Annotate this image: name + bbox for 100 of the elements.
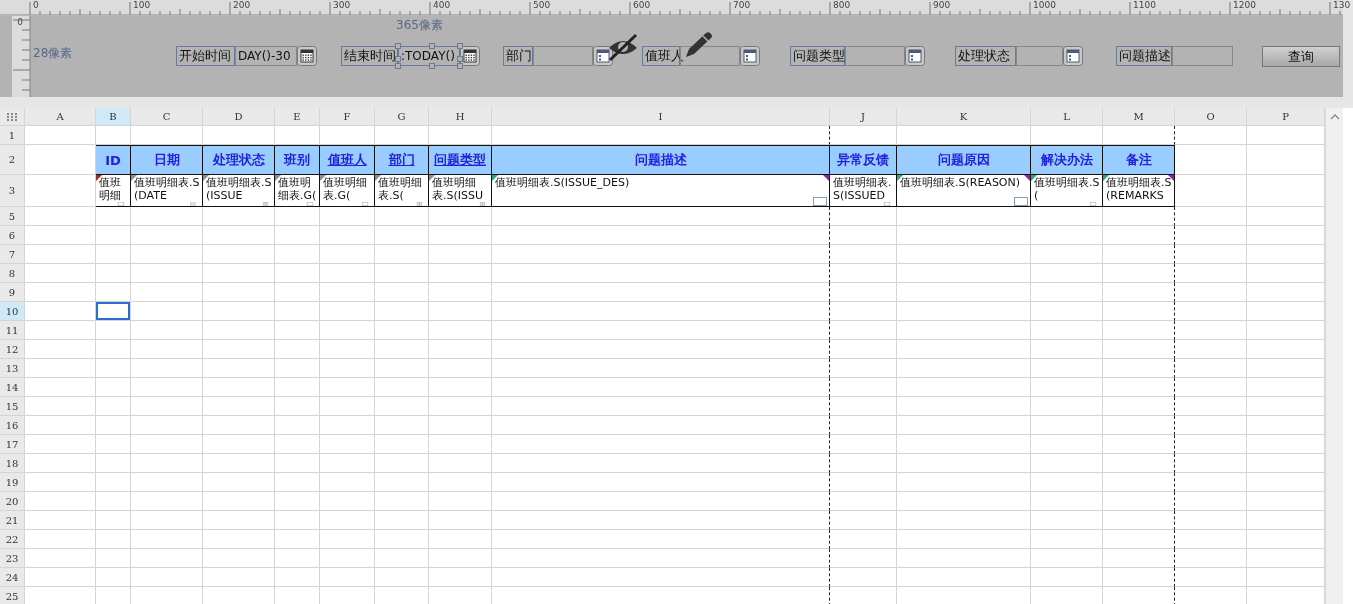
row-header[interactable]: 17 xyxy=(0,435,25,454)
grid-cell xyxy=(375,359,429,378)
scroll-up-icon[interactable] xyxy=(1330,114,1340,120)
row-header[interactable]: 16 xyxy=(0,416,25,435)
row-header[interactable]: 24 xyxy=(0,568,25,587)
column-title: ID xyxy=(105,152,121,168)
column-header[interactable]: O xyxy=(1175,108,1247,126)
column-header[interactable]: P xyxy=(1247,108,1325,126)
select-all-corner[interactable] xyxy=(0,108,25,126)
grid-cell xyxy=(275,359,320,378)
row-header[interactable]: 22 xyxy=(0,530,25,549)
column-header[interactable]: H xyxy=(429,108,492,126)
column-header[interactable]: L xyxy=(1031,108,1103,126)
grid-cell xyxy=(96,283,131,302)
calendar-icon[interactable] xyxy=(297,46,317,66)
dropdown-icon[interactable] xyxy=(740,46,760,66)
cell-formula: 值班明细表.S( xyxy=(378,176,423,202)
parameter-label: 开始时间 xyxy=(176,46,235,66)
grid-cell xyxy=(131,454,203,473)
parameter-field[interactable]: :TODAY() xyxy=(398,46,460,66)
column-header[interactable]: I xyxy=(492,108,830,126)
grid-cell xyxy=(96,321,131,340)
row-header[interactable]: 25 xyxy=(0,587,25,604)
parameter-field[interactable] xyxy=(1016,46,1063,66)
grid-cell xyxy=(275,283,320,302)
grid-cell xyxy=(275,226,320,245)
row-header[interactable]: 15 xyxy=(0,397,25,416)
row-header[interactable]: 8 xyxy=(0,264,25,283)
grid-cell xyxy=(25,454,96,473)
grip-icon[interactable] xyxy=(7,112,17,121)
ruler-label: 1100 xyxy=(1133,0,1156,11)
grid-cell xyxy=(320,207,375,226)
grid-cell xyxy=(429,492,492,511)
grid-cell xyxy=(830,359,897,378)
grid-cell xyxy=(375,340,429,359)
grid-cell xyxy=(25,283,96,302)
selected-cell[interactable] xyxy=(96,302,131,321)
grid-cell xyxy=(429,207,492,226)
grid-cell xyxy=(1103,359,1175,378)
grid-cell xyxy=(203,511,275,530)
grid-cell xyxy=(275,378,320,397)
grid-cell xyxy=(131,473,203,492)
grid-cell xyxy=(320,321,375,340)
column-header[interactable]: C xyxy=(131,108,203,126)
parameter-field[interactable] xyxy=(533,46,593,66)
row-header[interactable]: 7 xyxy=(0,245,25,264)
parameter-field[interactable] xyxy=(1172,46,1233,66)
row-header[interactable]: 10 xyxy=(0,302,25,321)
grid-cell xyxy=(25,359,96,378)
grid-cell xyxy=(375,549,429,568)
grid-cell xyxy=(275,264,320,283)
row-header[interactable]: 18 xyxy=(0,454,25,473)
row-header[interactable]: 23 xyxy=(0,549,25,568)
query-button[interactable]: 查询 xyxy=(1262,46,1340,67)
grid-cell xyxy=(96,492,131,511)
grid-cell xyxy=(131,568,203,587)
column-header[interactable]: M xyxy=(1103,108,1175,126)
row-header[interactable]: 2 xyxy=(0,145,25,175)
row-header[interactable]: 14 xyxy=(0,378,25,397)
grid-cell xyxy=(1103,378,1175,397)
grid-cell xyxy=(320,302,375,321)
column-header[interactable]: B xyxy=(96,108,131,126)
column-header[interactable]: J xyxy=(830,108,897,126)
grid-cell xyxy=(96,207,131,226)
column-header[interactable]: E xyxy=(275,108,320,126)
row-header[interactable]: 19 xyxy=(0,473,25,492)
grid-cell xyxy=(1175,511,1247,530)
row-header[interactable]: 11 xyxy=(0,321,25,340)
grid-cell xyxy=(1031,245,1103,264)
grid-cell xyxy=(131,340,203,359)
grid-cell xyxy=(1175,283,1247,302)
row-header[interactable]: 21 xyxy=(0,511,25,530)
column-header[interactable]: D xyxy=(203,108,275,126)
scrollbar[interactable] xyxy=(1325,108,1343,604)
row-header[interactable]: 20 xyxy=(0,492,25,511)
dropdown-icon[interactable] xyxy=(905,46,925,66)
dropdown-icon[interactable] xyxy=(593,46,613,66)
column-header[interactable]: G xyxy=(375,108,429,126)
grid-cell xyxy=(203,530,275,549)
row-header[interactable]: 5 xyxy=(0,207,25,226)
row-header[interactable]: 13 xyxy=(0,359,25,378)
dropdown-icon[interactable] xyxy=(1063,46,1083,66)
column-header[interactable]: K xyxy=(897,108,1031,126)
grid-cell xyxy=(25,321,96,340)
grid-cell xyxy=(375,264,429,283)
cell-formula: 值班明细表.S(ISSUE xyxy=(206,176,272,202)
grid-cell xyxy=(830,321,897,340)
row-header[interactable]: 9 xyxy=(0,283,25,302)
row-header[interactable]: 12 xyxy=(0,340,25,359)
parameter-field[interactable] xyxy=(845,46,905,66)
grid-cell xyxy=(1175,245,1247,264)
grid-cell xyxy=(830,207,897,226)
grid-cell xyxy=(1031,340,1103,359)
column-header[interactable]: F xyxy=(320,108,375,126)
cell-formula: 值班明细表.S(REMARKS xyxy=(1106,176,1172,202)
row-header[interactable]: 3 xyxy=(0,175,25,207)
parameter-field[interactable]: DAY()-30 xyxy=(235,46,297,66)
row-header[interactable]: 1 xyxy=(0,126,25,145)
column-header[interactable]: A xyxy=(25,108,96,126)
row-header[interactable]: 6 xyxy=(0,226,25,245)
